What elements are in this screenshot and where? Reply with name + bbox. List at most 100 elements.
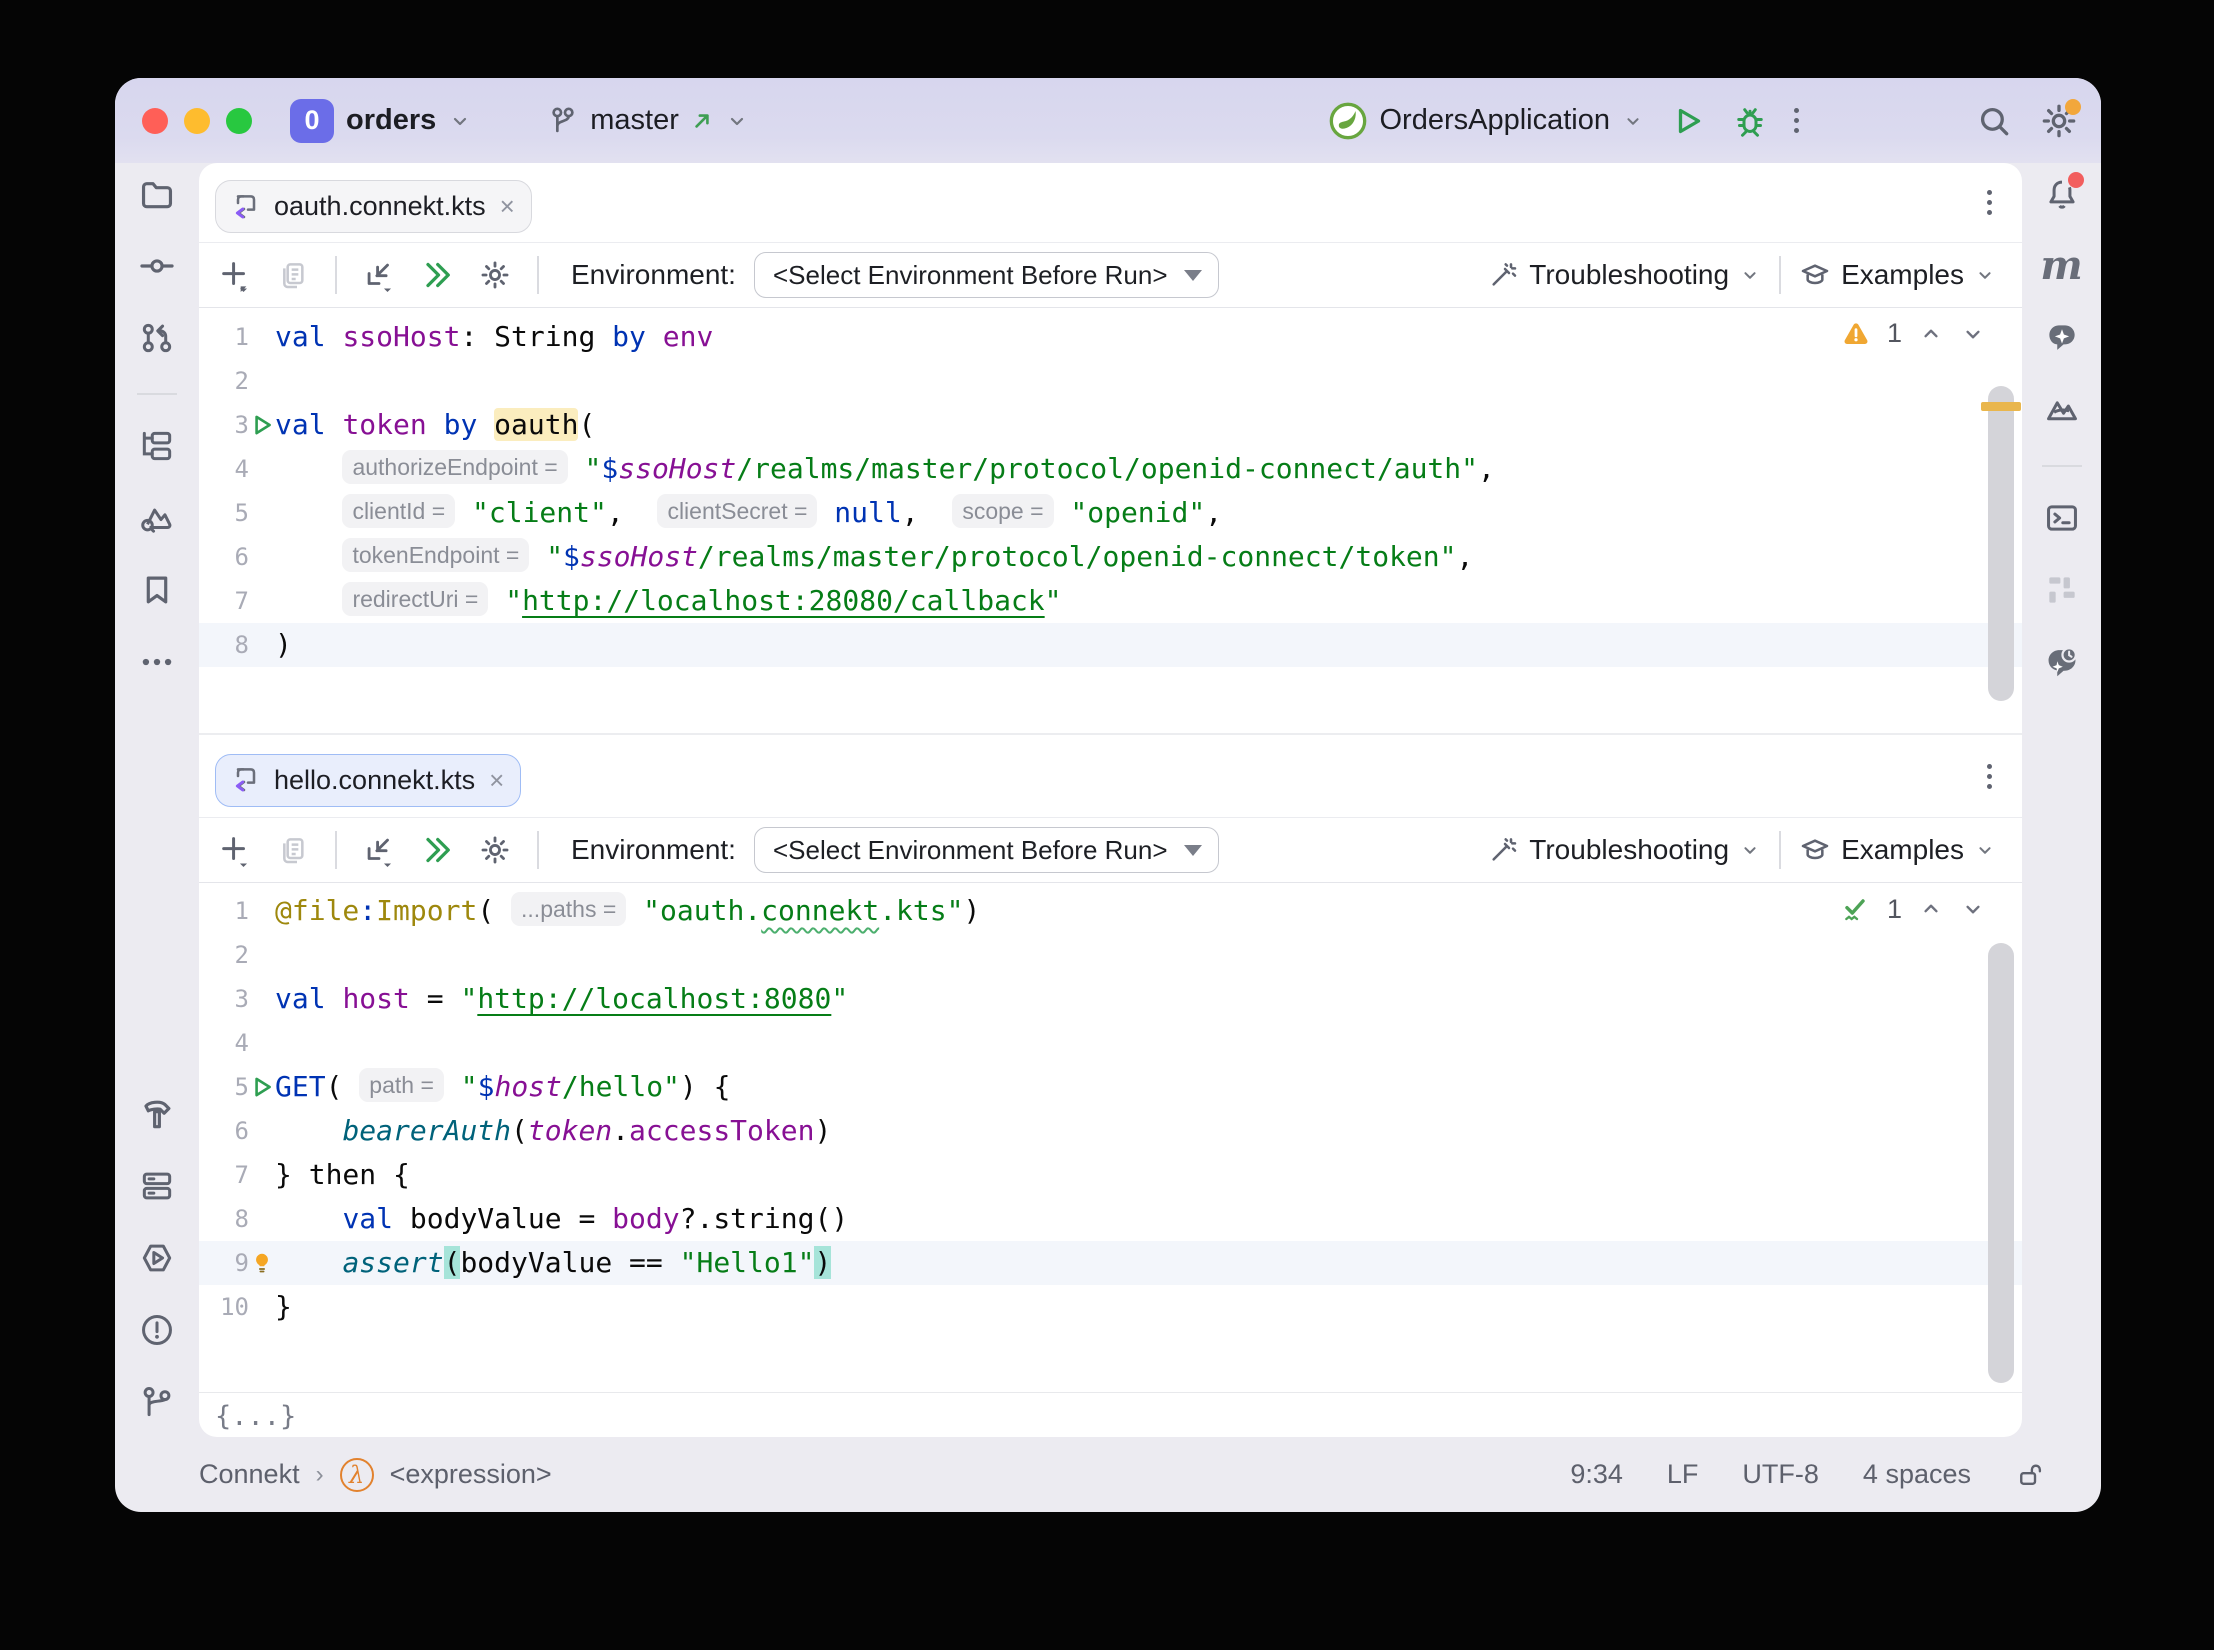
maven-icon[interactable]: m — [2043, 247, 2081, 285]
import-button[interactable] — [359, 255, 399, 295]
troubleshooting-menu[interactable]: Troubleshooting — [1487, 834, 1761, 866]
project-widget[interactable]: 0 orders — [290, 99, 472, 143]
editor-options-kebab-icon[interactable] — [1987, 190, 1992, 215]
gutter-slot[interactable] — [249, 1065, 275, 1109]
settings-gear-icon[interactable] — [475, 255, 515, 295]
vcs-widget[interactable]: master — [546, 104, 749, 138]
gutter-slot[interactable] — [249, 1241, 275, 1285]
debug-icon[interactable] — [1732, 103, 1768, 139]
code-line-5[interactable]: 5GET( path = "$host/hello") { — [199, 1065, 2022, 1109]
build-hammer-icon[interactable] — [138, 1095, 176, 1133]
inspections-widget[interactable]: 1 — [1841, 318, 1986, 349]
notifications-bell-icon[interactable] — [2043, 175, 2081, 213]
code-line-3[interactable]: 3val token by oauth( — [199, 403, 2022, 447]
troubleshooting-menu[interactable]: Troubleshooting — [1487, 259, 1761, 291]
code-line-3[interactable]: 3val host = "http://localhost:8080" — [199, 977, 2022, 1021]
scrollbar[interactable] — [1988, 883, 2014, 1392]
environment-select[interactable]: <Select Environment Before Run> — [754, 252, 1219, 298]
copy-button[interactable] — [273, 255, 313, 295]
editor-options-kebab-icon[interactable] — [1987, 764, 1992, 789]
add-request-button[interactable] — [215, 255, 255, 295]
tab-oauth-connekt-kts[interactable]: oauth.connekt.kts × — [215, 180, 532, 233]
caret-position[interactable]: 9:34 — [1570, 1459, 1623, 1490]
code-line-1[interactable]: 1val ssoHost: String by env — [199, 315, 2022, 359]
search-icon[interactable] — [1975, 102, 2013, 140]
prev-issue-chevron-icon[interactable] — [1918, 896, 1944, 922]
run-all-button[interactable] — [417, 830, 457, 870]
inspections-widget[interactable]: 1 — [1839, 893, 1986, 925]
code-line-7[interactable]: 7 redirectUri = "http://localhost:28080/… — [199, 579, 2022, 623]
ai-assistant-icon[interactable] — [2043, 319, 2081, 357]
run-anything-icon[interactable] — [138, 1239, 176, 1277]
minimize-window-button[interactable] — [184, 108, 210, 134]
more-kebab-icon[interactable] — [1794, 108, 1799, 133]
next-issue-chevron-icon[interactable] — [1960, 896, 1986, 922]
lambda-expression-icon: λ — [340, 1458, 374, 1492]
code-line-8[interactable]: 8 val bodyValue = body?.string() — [199, 1197, 2022, 1241]
gutter-slot — [249, 535, 275, 579]
examples-menu[interactable]: Examples — [1799, 259, 1996, 291]
environment-select[interactable]: <Select Environment Before Run> — [754, 827, 1219, 873]
line-ending[interactable]: LF — [1667, 1459, 1699, 1490]
editor-oauth[interactable]: 1val ssoHost: String by env23val token b… — [199, 308, 2022, 733]
run-line-icon[interactable] — [249, 412, 275, 438]
next-issue-chevron-icon[interactable] — [1960, 321, 1986, 347]
tab-hello-connekt-kts[interactable]: hello.connekt.kts × — [215, 754, 521, 807]
indent-setting[interactable]: 4 spaces — [1863, 1459, 1971, 1490]
code-line-1[interactable]: 1@file:Import( ...paths = "oauth.connekt… — [199, 889, 2022, 933]
code-line-9[interactable]: 9 assert(bodyValue == "Hello1") — [199, 1241, 2022, 1285]
terminal-icon[interactable] — [2043, 499, 2081, 537]
breadcrumb-root[interactable]: Connekt — [199, 1459, 300, 1490]
scrollbar-thumb[interactable] — [1988, 386, 2014, 701]
scrollbar-warning-mark[interactable] — [1981, 402, 2021, 411]
gutter-slot[interactable] — [249, 403, 275, 447]
run-line-icon[interactable] — [249, 1074, 275, 1100]
recent-chat-clock-icon[interactable] — [2043, 643, 2081, 681]
close-window-button[interactable] — [142, 108, 168, 134]
code-line-6[interactable]: 6 tokenEndpoint = "$ssoHost/realms/maste… — [199, 535, 2022, 579]
examples-menu[interactable]: Examples — [1799, 834, 1996, 866]
commit-icon[interactable] — [138, 247, 176, 285]
copy-button[interactable] — [273, 830, 313, 870]
code-line-7[interactable]: 7} then { — [199, 1153, 2022, 1197]
code-line-6[interactable]: 6 bearerAuth(token.accessToken) — [199, 1109, 2022, 1153]
bookmarks-icon[interactable] — [138, 571, 176, 609]
code-line-2[interactable]: 2 — [199, 933, 2022, 977]
gradle-mountains-icon[interactable] — [2043, 391, 2081, 429]
prev-issue-chevron-icon[interactable] — [1918, 321, 1944, 347]
run-configuration-widget[interactable]: OrdersApplication — [1328, 101, 1645, 141]
import-button[interactable] — [359, 830, 399, 870]
scrollbar[interactable] — [1988, 308, 2014, 733]
add-request-button[interactable] — [215, 830, 255, 870]
plugin-faded-icon[interactable] — [2043, 571, 2081, 609]
close-icon[interactable]: × — [500, 191, 515, 222]
breadcrumb-leaf[interactable]: <expression> — [390, 1459, 552, 1490]
services-icon[interactable] — [138, 1167, 176, 1205]
pull-requests-icon[interactable] — [138, 319, 176, 357]
editor-hello[interactable]: 1@file:Import( ...paths = "oauth.connekt… — [199, 883, 2022, 1392]
settings-gear-icon[interactable] — [2039, 101, 2079, 141]
unlocked-padlock-icon[interactable] — [2015, 1460, 2045, 1490]
scrollbar-thumb[interactable] — [1988, 943, 2014, 1383]
run-all-button[interactable] — [417, 255, 457, 295]
collapsed-region-footer[interactable]: {...} — [199, 1392, 2022, 1437]
close-icon[interactable]: × — [489, 765, 504, 796]
problems-icon[interactable] — [138, 1311, 176, 1349]
version-control-icon[interactable] — [138, 1383, 176, 1421]
code-line-5[interactable]: 5 clientId = "client", clientSecret = nu… — [199, 491, 2022, 535]
code-line-10[interactable]: 10} — [199, 1285, 2022, 1329]
structure-icon[interactable] — [138, 427, 176, 465]
intention-bulb-icon[interactable] — [249, 1250, 275, 1276]
run-icon[interactable] — [1670, 103, 1706, 139]
project-folder-icon[interactable] — [138, 175, 176, 213]
more-icon[interactable] — [138, 643, 176, 681]
maximize-window-button[interactable] — [226, 108, 252, 134]
select-arrow-icon — [1184, 845, 1202, 856]
code-line-4[interactable]: 4 authorizeEndpoint = "$ssoHost/realms/m… — [199, 447, 2022, 491]
settings-gear-icon[interactable] — [475, 830, 515, 870]
code-line-4[interactable]: 4 — [199, 1021, 2022, 1065]
code-line-8[interactable]: 8) — [199, 623, 2022, 667]
find-image-icon[interactable] — [138, 499, 176, 537]
code-line-2[interactable]: 2 — [199, 359, 2022, 403]
file-encoding[interactable]: UTF-8 — [1742, 1459, 1819, 1490]
